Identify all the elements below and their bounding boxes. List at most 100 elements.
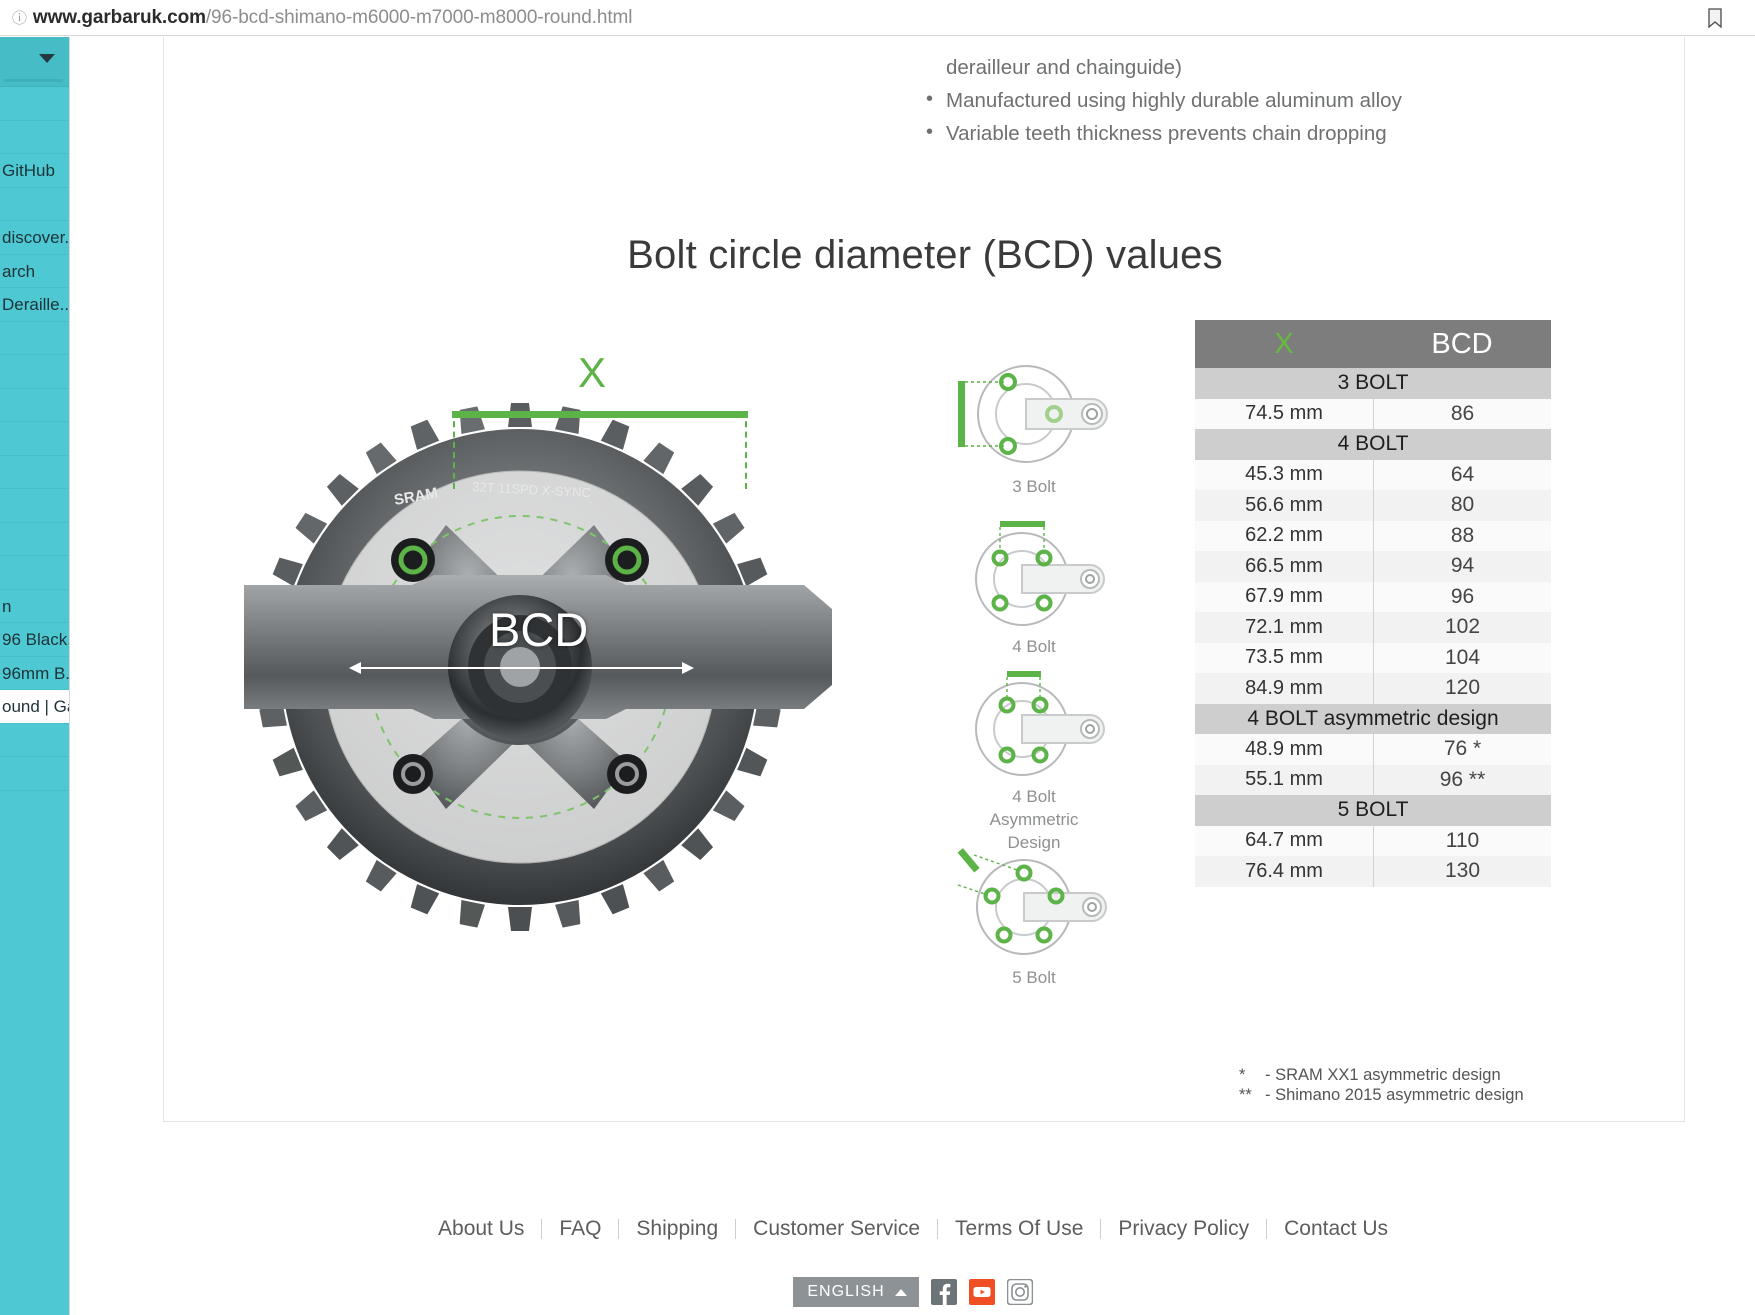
sidebar-item-96mm-b[interactable]: 96mm B... (0, 657, 69, 690)
x-dimension-bar (452, 411, 748, 418)
bolt-figure-caption: 5 Bolt (1012, 968, 1056, 987)
sidebar-item-14[interactable] (0, 556, 69, 590)
cell-x: 55.1 mm (1245, 768, 1323, 791)
bolt-figure-caption: 4 Bolt (1012, 637, 1056, 656)
chainring-illustration: 11 11 SRAM 32T 11SPD X-SYNC (244, 337, 904, 937)
bolt-diagram-4-bolt-icon (975, 521, 1105, 626)
cell-x: 56.6 mm (1245, 493, 1323, 516)
footnote-double-star: ** - Shimano 2015 asymmetric design (1239, 1085, 1524, 1105)
sidebar-item-github[interactable]: GitHub (0, 154, 69, 188)
bolt-diagram-5-bolt-icon (957, 848, 1107, 955)
cell-bcd: 110 (1373, 825, 1551, 856)
list-item: Variable teeth thickness prevents chain … (924, 116, 1524, 150)
cell-bcd: 94 (1373, 551, 1551, 582)
column-header-x: X (1274, 327, 1294, 360)
cell-x: 66.5 mm (1245, 554, 1323, 577)
youtube-icon[interactable] (968, 1279, 995, 1305)
page-info-icon[interactable]: ⓘ (12, 7, 27, 28)
table-row: 64.7 mm 110 (1195, 825, 1551, 856)
facebook-icon[interactable] (930, 1279, 957, 1305)
sidebar-item-derailleur[interactable]: Deraille... (0, 288, 69, 322)
cell-bcd: 96 ** (1373, 764, 1551, 795)
table-row: 72.1 mm 102 (1195, 612, 1551, 643)
cell-x: 64.7 mm (1245, 829, 1323, 852)
footer-link-terms-of-use[interactable]: Terms Of Use (938, 1218, 1102, 1239)
sidebar-item-11[interactable] (0, 456, 69, 489)
cell-bcd: 96 (1373, 581, 1551, 612)
table-group-header: 4 BOLT (1195, 429, 1551, 460)
address-bar[interactable]: ⓘ www.garbaruk.com /96-bcd-shimano-m6000… (12, 7, 632, 29)
table-footnotes: * - SRAM XX1 asymmetric design ** - Shiman… (1239, 1065, 1524, 1105)
cell-bcd: 130 (1373, 856, 1551, 887)
cell-bcd: 102 (1373, 612, 1551, 643)
sidebar-item-active-round[interactable]: ound | Ga (0, 690, 69, 724)
footer-link-faq[interactable]: FAQ (542, 1218, 620, 1239)
cell-x: 45.3 mm (1245, 463, 1323, 486)
table-row: 74.5 mm 86 (1195, 398, 1551, 429)
sidebar-item-10[interactable] (0, 422, 69, 456)
table-group-header: 3 BOLT (1195, 368, 1551, 399)
bolt-diagram-3-bolt-icon (958, 365, 1108, 463)
footnote-marker: ** (1239, 1086, 1252, 1104)
sidebar-item-discover[interactable]: discover... (0, 221, 69, 255)
bookmark-icon[interactable] (1707, 8, 1723, 28)
sidebar-item-search[interactable]: arch (0, 255, 69, 288)
chevron-down-icon[interactable] (39, 54, 55, 63)
table-row: 76.4 mm 130 (1195, 856, 1551, 887)
sidebar-item-1[interactable] (0, 121, 69, 154)
footer-links: About Us FAQ Shipping Customer Service T… (71, 1218, 1755, 1239)
sidebar-item-7[interactable] (0, 322, 69, 355)
sidebar-item-8[interactable] (0, 355, 69, 389)
bolt-figure-4-bolt-asymmetric: 4 Bolt Asymmetric Design (944, 659, 1124, 853)
table-row: 66.5 mm 94 (1195, 551, 1551, 582)
sidebar-item-15[interactable]: n (0, 590, 69, 623)
table-header-row: X BCD (1195, 320, 1551, 368)
sidebar-item-12[interactable] (0, 489, 69, 523)
bcd-dimension-arrow (349, 662, 694, 674)
footer-link-privacy-policy[interactable]: Privacy Policy (1101, 1218, 1268, 1239)
footer-link-customer-service[interactable]: Customer Service (736, 1218, 939, 1239)
sidebar-item-9[interactable] (0, 389, 69, 422)
x-tick-right (745, 411, 747, 489)
cell-x: 62.2 mm (1245, 524, 1323, 547)
product-content-card: derailleur and chainguide) Manufactured … (163, 37, 1685, 1122)
sidebar-item-13[interactable] (0, 523, 69, 556)
url-domain: www.garbaruk.com (32, 6, 206, 28)
sidebar-item-96-black[interactable]: 96 Black... (0, 623, 69, 657)
column-header-bcd: BCD (1431, 327, 1493, 360)
bolt-figure-4-bolt: 4 Bolt (944, 509, 1124, 657)
bolt-diagram-4-bolt-asymmetric-icon (975, 671, 1105, 776)
table-row: 73.5 mm 104 (1195, 642, 1551, 673)
footer-link-shipping[interactable]: Shipping (619, 1218, 737, 1239)
sidebar-header[interactable] (0, 37, 69, 87)
chevron-up-icon[interactable] (894, 1288, 907, 1296)
cell-x: 74.5 mm (1245, 402, 1323, 425)
url-path: /96-bcd-shimano-m6000-m7000-m8000-round.… (205, 6, 633, 28)
bolt-figure-caption: 3 Bolt (1012, 477, 1056, 496)
sidebar-header-underline (4, 79, 63, 82)
table-row: 48.9 mm 76 * (1195, 734, 1551, 765)
bolt-figure-5-bolt: 5 Bolt (944, 845, 1124, 988)
bolt-figure-3-bolt: 3 Bolt (944, 359, 1124, 497)
cell-bcd: 76 * (1373, 734, 1551, 765)
footer-link-contact-us[interactable]: Contact Us (1267, 1218, 1405, 1239)
instagram-icon[interactable] (1006, 1279, 1033, 1305)
sidebar-item-3[interactable] (0, 188, 69, 221)
footer-link-about-us[interactable]: About Us (421, 1218, 543, 1239)
cell-x: 48.9 mm (1245, 737, 1323, 760)
footnote-marker: * (1239, 1066, 1246, 1084)
language-selector[interactable]: ENGLISH (793, 1277, 919, 1307)
cell-bcd: 104 (1373, 642, 1551, 673)
table-group-header: 5 BOLT (1195, 795, 1551, 826)
footnote-text: - Shimano 2015 asymmetric design (1265, 1086, 1524, 1104)
x-tick-left (453, 411, 455, 489)
table-row: 62.2 mm 88 (1195, 520, 1551, 551)
sidebar-item-20[interactable] (0, 757, 69, 791)
page-viewport: derailleur and chainguide) Manufactured … (71, 37, 1755, 1315)
x-dimension-label: X (578, 349, 607, 396)
sidebar-item-19[interactable] (0, 724, 69, 757)
cell-x: 72.1 mm (1245, 615, 1323, 638)
sidebar-item-0[interactable] (0, 87, 69, 121)
bolt-figure-caption-line2: Asymmetric (989, 810, 1079, 829)
bullet-continuation: derailleur and chainguide) (946, 56, 1182, 79)
